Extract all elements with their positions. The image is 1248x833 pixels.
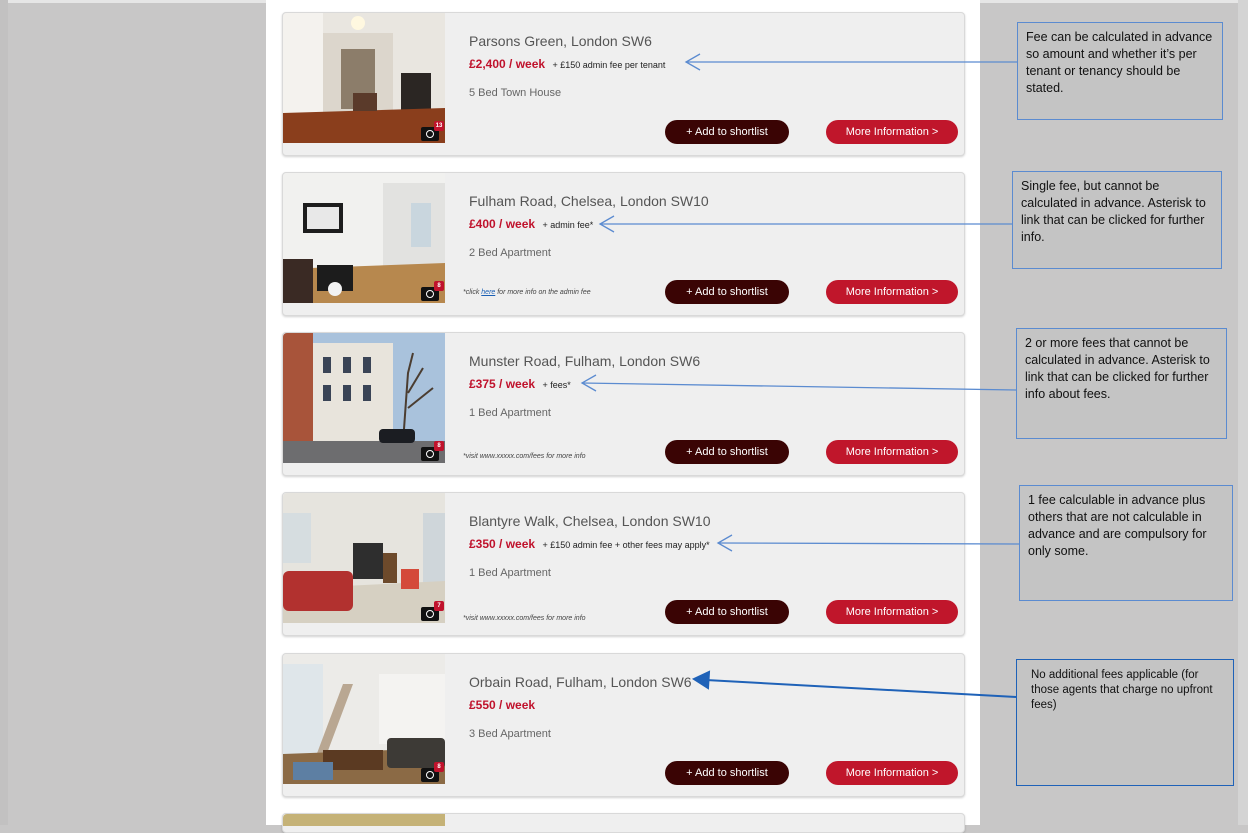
annotation-callout: No additional fees applicable (for those… [1016, 659, 1234, 786]
price-line: £2,400 / week + £150 admin fee per tenan… [469, 55, 665, 73]
left-margin [0, 0, 8, 825]
more-information-button[interactable]: More Information > [826, 280, 958, 304]
fee-info-link[interactable]: here [481, 289, 495, 296]
fee-note-suffix: for more info on the admin fee [495, 289, 591, 296]
add-to-shortlist-button[interactable]: + Add to shortlist [665, 600, 789, 624]
property-address[interactable]: Munster Road, Fulham, London SW6 [469, 353, 700, 369]
photo-count-badge: 8 [434, 281, 444, 291]
add-to-shortlist-button[interactable]: + Add to shortlist [665, 120, 789, 144]
listing-card: 8 Orbain Road, Fulham, London SW6 £550 /… [282, 653, 965, 797]
property-address[interactable]: Fulham Road, Chelsea, London SW10 [469, 193, 709, 209]
fee-text[interactable]: + fees* [543, 380, 571, 390]
property-type: 1 Bed Apartment [469, 407, 551, 419]
add-to-shortlist-button[interactable]: + Add to shortlist [665, 440, 789, 464]
property-price: £350 / week [469, 537, 536, 551]
fee-note: *visit www.xxxxx.com/fees for more info [463, 453, 586, 460]
camera-icon[interactable]: 8 [421, 762, 444, 782]
scrollbar[interactable] [1238, 0, 1248, 825]
photo-count-badge: 13 [434, 121, 444, 131]
property-address[interactable]: Parsons Green, London SW6 [469, 33, 652, 49]
property-type: 1 Bed Apartment [469, 567, 551, 579]
property-photo[interactable]: 13 [283, 13, 445, 143]
listing-card: 7 Blantyre Walk, Chelsea, London SW10 £3… [282, 492, 965, 636]
more-information-button[interactable]: More Information > [826, 440, 958, 464]
listing-card: 13 Parsons Green, London SW6 £2,400 / we… [282, 12, 965, 156]
fee-note-prefix: *click [463, 289, 482, 296]
property-type: 2 Bed Apartment [469, 247, 551, 259]
price-line: £375 / week + fees* [469, 375, 571, 393]
property-type: 3 Bed Apartment [469, 728, 551, 740]
camera-icon[interactable]: 8 [421, 281, 444, 301]
photo-count-badge: 7 [434, 601, 444, 611]
property-price: £2,400 / week [469, 57, 546, 71]
listing-card: 8 Fulham Road, Chelsea, London SW10 £400… [282, 172, 965, 316]
listing-card: 8 Munster Road, Fulham, London SW6 £375 … [282, 332, 965, 476]
annotation-callout: Fee can be calculated in advance so amou… [1017, 22, 1223, 120]
annotation-callout: 2 or more fees that cannot be calculated… [1016, 328, 1227, 439]
fee-text[interactable]: + admin fee* [543, 220, 594, 230]
property-photo[interactable] [283, 814, 445, 826]
property-type: 5 Bed Town House [469, 87, 562, 99]
listing-page: 13 Parsons Green, London SW6 £2,400 / we… [266, 0, 980, 833]
property-address[interactable]: Orbain Road, Fulham, London SW6 [469, 674, 692, 690]
property-photo[interactable]: 8 [283, 654, 445, 784]
property-photo[interactable]: 8 [283, 173, 445, 303]
fee-text[interactable]: + £150 admin fee + other fees may apply* [543, 540, 710, 550]
camera-icon[interactable]: 8 [421, 441, 444, 461]
property-price: £550 / week [469, 698, 536, 712]
photo-count-badge: 8 [434, 762, 444, 772]
listing-card-partial [282, 813, 965, 833]
fee-text: + £150 admin fee per tenant [552, 60, 666, 70]
fee-note: *click here for more info on the admin f… [463, 289, 591, 296]
fee-note: *visit www.xxxxx.com/fees for more info [463, 615, 586, 622]
property-photo[interactable]: 8 [283, 333, 445, 463]
more-information-button[interactable]: More Information > [826, 120, 958, 144]
price-line: £400 / week + admin fee* [469, 215, 593, 233]
camera-icon[interactable]: 7 [421, 601, 444, 621]
property-price: £375 / week [469, 377, 536, 391]
add-to-shortlist-button[interactable]: + Add to shortlist [665, 280, 789, 304]
camera-icon[interactable]: 13 [421, 121, 444, 141]
property-price: £400 / week [469, 217, 536, 231]
add-to-shortlist-button[interactable]: + Add to shortlist [665, 761, 789, 785]
annotation-callout: 1 fee calculable in advance plus others … [1019, 485, 1233, 601]
more-information-button[interactable]: More Information > [826, 600, 958, 624]
price-line: £550 / week [469, 696, 535, 714]
annotation-callout: Single fee, but cannot be calculated in … [1012, 171, 1222, 269]
property-address[interactable]: Blantyre Walk, Chelsea, London SW10 [469, 513, 711, 529]
photo-count-badge: 8 [434, 441, 444, 451]
more-information-button[interactable]: More Information > [826, 761, 958, 785]
property-photo[interactable]: 7 [283, 493, 445, 623]
price-line: £350 / week + £150 admin fee + other fee… [469, 535, 710, 553]
